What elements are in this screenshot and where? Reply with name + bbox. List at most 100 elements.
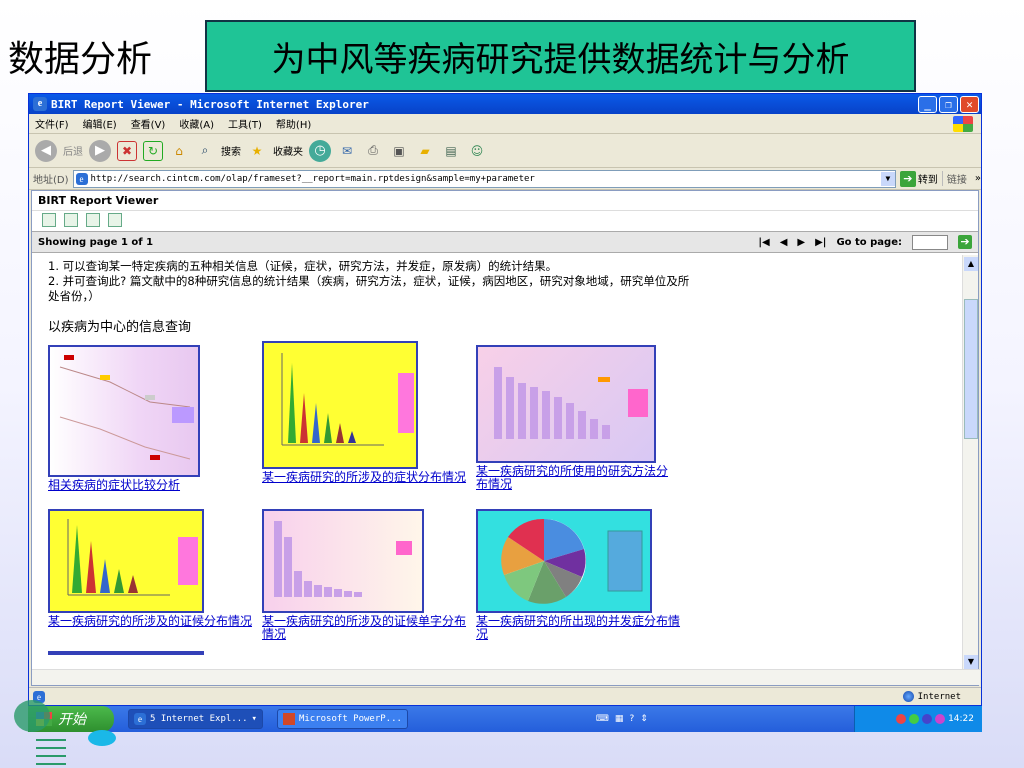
bar-chart-thumb [494,367,648,439]
chart-link[interactable]: 某一疾病研究的所出现的并发症分布情况 [476,615,688,641]
home-icon[interactable]: ⌂ [169,141,189,161]
address-bar: 地址(D) e http://search.cintcm.com/olap/fr… [29,168,981,190]
report-vertical-scrollbar[interactable]: ▲ ▼ [962,255,978,671]
mail-icon[interactable]: ✉ [337,141,357,161]
chart-image [262,341,418,469]
last-page-icon[interactable]: ▶| [815,237,826,248]
messenger-icon[interactable]: ☺ [467,141,487,161]
menu-file[interactable]: 文件(F) [35,116,69,131]
go-button[interactable]: ➔ 转到 [899,170,938,187]
menu-edit[interactable]: 编辑(E) [83,116,117,131]
tray-icon-4[interactable] [935,714,946,724]
chart-link[interactable]: 某一疾病研究的所使用的研究方法分布情况 [476,465,676,491]
ime-icon[interactable]: ⇕ [640,714,648,724]
window-title: BIRT Report Viewer - Microsoft Internet … [51,97,369,111]
report-body: 1. 可以查询某一特定疾病的五种相关信息（证候，症状，研究方法，并发症，原发病）… [32,255,952,671]
pie-chart-thumb [501,518,643,604]
favorites-button-label[interactable]: 收藏夹 [273,143,303,158]
bar-chart-thumb [274,521,412,597]
chart-thumbnail[interactable]: 某一疾病研究的所涉及的证候单字分布情况 [262,509,474,641]
edit-icon[interactable]: ▣ [389,141,409,161]
tray-icon-3[interactable] [922,714,933,724]
chart-link[interactable]: 某一疾病研究的所涉及的证候单字分布情况 [262,615,474,641]
tray-icon-2[interactable] [909,714,920,724]
menu-help[interactable]: 帮助(H) [276,116,311,131]
folder-icon[interactable]: ▰ [415,141,435,161]
clock: 14:22 [948,714,974,724]
address-input[interactable]: e http://search.cintcm.com/olap/frameset… [72,169,896,188]
scroll-up-icon[interactable]: ▲ [964,257,978,271]
section-title: 以疾病为中心的信息查询 [48,320,192,335]
menu-favorites[interactable]: 收藏(A) [179,116,214,131]
prev-page-icon[interactable]: ◀ [780,237,788,248]
window-titlebar[interactable]: e BIRT Report Viewer - Microsoft Interne… [29,94,981,114]
scroll-down-icon[interactable]: ▼ [964,655,978,669]
page-icon: e [75,172,88,185]
menu-view[interactable]: 查看(V) [131,116,166,131]
slide-banner: 为中风等疾病研究提供数据统计与分析 [205,20,916,92]
viewer-print-icon[interactable] [108,213,122,227]
goto-label: Go to page: [836,236,902,248]
task-label: 5 Internet Expl... [150,714,248,724]
scroll-thumb[interactable] [964,299,978,439]
chart-thumbnail[interactable]: 相关疾病的症状比较分析 [48,345,248,492]
links-chevron-icon[interactable]: » [975,173,981,184]
keyboard-icon[interactable]: ⌨ [596,714,609,724]
history-icon[interactable]: ◷ [309,139,331,162]
toc-icon[interactable] [42,213,56,227]
page-navigation-bar: Showing page 1 of 1 |◀ ◀ ▶ ▶| Go to page… [32,231,978,253]
goto-page-input[interactable] [912,234,948,250]
forward-arrow-icon[interactable]: ▶ [89,139,111,162]
menu-bar: 文件(F) 编辑(E) 查看(V) 收藏(A) 工具(T) 帮助(H) [29,114,981,134]
chart-image [476,345,656,463]
viewer-header: BIRT Report Viewer [32,191,978,211]
links-label[interactable]: 链接 [941,171,971,186]
chart-thumbnail[interactable]: 某一疾病研究的所涉及的症状分布情况 [262,341,472,484]
export-icon[interactable] [86,213,100,227]
minimize-button[interactable]: _ [918,95,937,113]
next-page-icon[interactable]: ▶ [797,237,805,248]
taskbar-item-ie[interactable]: e 5 Internet Expl... ▾ [128,709,263,729]
search-icon[interactable]: ⌕ [195,141,215,161]
stop-icon[interactable]: ✖ [117,140,137,161]
close-button[interactable]: ✕ [960,95,979,113]
restore-button[interactable]: ❐ [939,95,958,113]
chart-link[interactable]: 相关疾病的症状比较分析 [48,479,248,492]
chart-image [262,509,424,613]
help-icon[interactable]: ? [629,714,634,724]
next-thumbnail-edge [48,651,204,655]
first-page-icon[interactable]: |◀ [758,237,769,248]
ie-task-icon: e [134,713,146,725]
report-horizontal-scrollbar[interactable] [32,669,980,685]
ie-toolbar: ◀ 后退 ▶ ✖ ↻ ⌂ ⌕ 搜索 ★ 收藏夹 ◷ ✉ ⎙ ▣ ▰ ▤ ☺ [29,134,981,168]
system-tray: 14:22 [854,706,982,732]
taskbar-item-powerpoint[interactable]: Microsoft PowerP... [276,709,408,729]
address-label: 地址(D) [33,175,69,186]
language-icon[interactable]: ▦ [615,714,624,724]
menu-tools[interactable]: 工具(T) [228,116,262,131]
chart-link[interactable]: 某一疾病研究的所涉及的症状分布情况 [262,471,472,484]
address-dropdown-icon[interactable]: ▼ [880,171,895,186]
chart-thumbnail[interactable]: 某一疾病研究的所使用的研究方法分布情况 [476,345,676,491]
back-arrow-icon[interactable]: ◀ [35,139,57,162]
zone-label: Internet [917,691,961,702]
report-line-2: 2. 并可查询此? 篇文献中的8种研究信息的统计结果（疾病，研究方法，症状，证候… [48,274,690,288]
goto-go-icon[interactable]: ➔ [958,235,972,249]
report-line-3: 处省份，） [48,289,100,303]
chart-thumbnail[interactable]: 某一疾病研究的所出现的并发症分布情况 [476,509,688,641]
favorites-star-icon[interactable]: ★ [247,141,267,161]
back-button-label[interactable]: 后退 [63,143,83,158]
research-icon[interactable]: ▤ [441,141,461,161]
line-chart-thumb [59,355,194,460]
viewer-toolbar [32,211,978,231]
print-icon[interactable]: ⎙ [363,141,383,161]
chart-link[interactable]: 某一疾病研究的所涉及的证候分布情况 [48,615,260,628]
status-bar: e Internet [29,687,981,705]
refresh-icon[interactable]: ↻ [143,140,163,161]
tray-icon-1[interactable] [896,714,907,724]
chart-thumbnail[interactable]: 某一疾病研究的所涉及的证候分布情况 [48,509,260,628]
chart-image [48,509,204,613]
taskbar: 开始 e 5 Internet Expl... ▾ Microsoft Powe… [28,706,982,732]
parameters-icon[interactable] [64,213,78,227]
search-button-label[interactable]: 搜索 [221,143,241,158]
